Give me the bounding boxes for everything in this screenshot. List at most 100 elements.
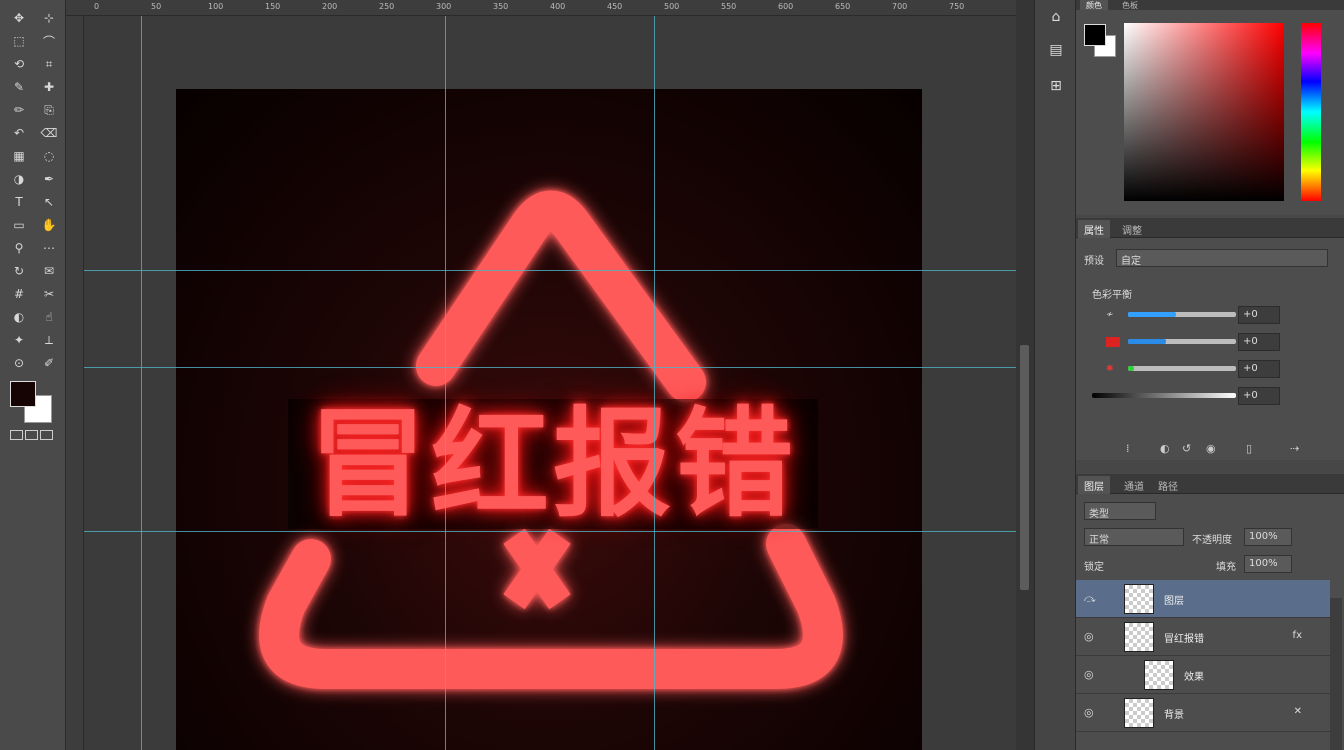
neon-headline[interactable]: 冒红报错 <box>288 399 818 529</box>
history-brush-tool-icon[interactable]: ↶ <box>8 123 30 143</box>
reset-icon[interactable]: ↺ <box>1182 442 1191 455</box>
yellow-blue-slider-fill <box>1128 366 1134 371</box>
gradient-tool-icon[interactable]: ▦ <box>8 146 30 166</box>
document-artboard[interactable]: 冒红报错 <box>176 89 922 750</box>
delete-adjustment-icon[interactable]: ▯ <box>1246 442 1252 455</box>
brush-tool-icon[interactable]: ✏ <box>8 100 30 120</box>
fill-input[interactable]: 100% <box>1244 555 1292 573</box>
ruler-tick-label: 500 <box>664 2 680 11</box>
opacity-input[interactable]: 100% <box>1244 528 1292 546</box>
hand-tool-icon[interactable]: ✋ <box>38 215 60 235</box>
guide-horizontal[interactable] <box>84 270 1016 271</box>
color-picker-field[interactable] <box>1124 23 1284 201</box>
tab-channels[interactable]: 通道 <box>1118 476 1150 494</box>
cyan-red-slider[interactable] <box>1128 312 1236 317</box>
path-select-tool-icon[interactable]: ↖ <box>38 192 60 212</box>
layer-row[interactable]: ◎ 效果 <box>1076 656 1330 694</box>
standard-mode-icon[interactable] <box>10 430 23 440</box>
tab-adjustments[interactable]: 调整 <box>1116 220 1148 238</box>
libraries-icon[interactable]: ⊞ <box>1043 74 1069 98</box>
tab-layers[interactable]: 图层 <box>1078 476 1110 494</box>
move-tool-icon[interactable]: ✥ <box>8 8 30 28</box>
guide-vertical[interactable] <box>141 16 142 750</box>
shape-tool-icon[interactable]: ▭ <box>8 215 30 235</box>
quick-select-tool-icon[interactable]: ⟲ <box>8 54 30 74</box>
history-icon[interactable]: ⌂ <box>1043 5 1069 29</box>
visibility-icon[interactable]: ◎ <box>1084 630 1098 643</box>
cyan-red-value[interactable]: +0 <box>1238 306 1280 324</box>
guide-vertical[interactable] <box>445 16 446 750</box>
guide-vertical[interactable] <box>654 16 655 750</box>
visibility-icon[interactable]: ⤼ <box>1084 592 1098 605</box>
visibility-icon[interactable]: ◎ <box>1084 706 1098 719</box>
count-tool-icon[interactable]: # <box>8 284 30 304</box>
sponge-tool-icon[interactable]: ◐ <box>8 307 30 327</box>
visibility-icon[interactable]: ◎ <box>1084 668 1098 681</box>
ruler-vertical[interactable] <box>66 16 84 750</box>
blur-tool-icon[interactable]: ◌ <box>38 146 60 166</box>
properties-icon[interactable]: ▤ <box>1043 38 1069 62</box>
layer-effects-icon[interactable]: fx <box>1293 630 1302 641</box>
magic-wand-tool-icon[interactable]: ✦ <box>8 330 30 350</box>
view-previous-icon[interactable]: ◐ <box>1160 442 1170 455</box>
visibility-icon[interactable]: ◉ <box>1206 442 1216 455</box>
clip-to-layer-icon[interactable]: ⁞ <box>1126 442 1130 455</box>
magenta-green-slider[interactable] <box>1128 339 1236 344</box>
magenta-green-slider-fill <box>1128 339 1166 344</box>
healing-tool-icon[interactable]: ✚ <box>38 77 60 97</box>
ruler-tick-label: 200 <box>322 2 338 11</box>
lasso-tool-icon[interactable]: ⌒ <box>38 31 60 51</box>
more-icon[interactable]: ⇢ <box>1290 442 1299 455</box>
tab-properties[interactable]: 属性 <box>1078 220 1110 238</box>
document-canvas-area[interactable]: 冒红报错 <box>84 16 1016 750</box>
guide-horizontal[interactable] <box>84 531 1016 532</box>
eraser-tool-icon[interactable]: ⌫ <box>38 123 60 143</box>
color-balance-panel: 预设 自定 色彩平衡 ≁ +0 +0 ✱ +0 +0 <box>1076 238 1344 460</box>
ruler-tick-label: 0 <box>94 2 100 11</box>
layer-kind-filter[interactable]: 类型 <box>1084 502 1156 520</box>
type-tool-icon[interactable]: T <box>8 192 30 212</box>
layer-row[interactable]: ⤼ 图层 <box>1076 580 1330 618</box>
color-sampler-tool-icon[interactable]: ⊙ <box>8 353 30 373</box>
magenta-green-value[interactable]: +0 <box>1238 333 1280 351</box>
zoom-tool-icon[interactable]: ⚲ <box>8 238 30 258</box>
clone-stamp-tool-icon[interactable]: ⎘ <box>38 100 60 120</box>
foreground-color-swatch[interactable] <box>10 381 36 407</box>
cyan-red-slider-fill <box>1128 312 1176 317</box>
guide-horizontal[interactable] <box>84 367 1016 368</box>
color-foreground-swatch[interactable] <box>1084 24 1106 46</box>
scrollbar-thumb[interactable] <box>1020 345 1029 590</box>
tone-slider[interactable] <box>1092 393 1236 398</box>
layer-name: 效果 <box>1184 672 1204 683</box>
marquee-tool-icon[interactable]: ⬚ <box>8 31 30 51</box>
layer-row[interactable]: ◎ 冒红报错 fx <box>1076 618 1330 656</box>
tab-paths[interactable]: 路径 <box>1152 476 1184 494</box>
smudge-tool-icon[interactable]: ☝ <box>38 307 60 327</box>
quick-mask-buttons[interactable] <box>10 430 53 440</box>
dodge-tool-icon[interactable]: ◑ <box>8 169 30 189</box>
ruler-tick-label: 250 <box>379 2 395 11</box>
canvas-vertical-scrollbar[interactable] <box>1016 0 1034 750</box>
layers-scrollbar[interactable] <box>1330 598 1342 750</box>
crop-tool-icon[interactable]: ⌗ <box>38 54 60 74</box>
ruler-tool-icon[interactable]: ⟂ <box>38 330 60 350</box>
preset-select[interactable]: 自定 <box>1116 249 1328 267</box>
quick-mask-icon[interactable] <box>25 430 38 440</box>
note-tool-icon[interactable]: ✉ <box>38 261 60 281</box>
layer-row[interactable]: ◎ 背景 ✕ <box>1076 694 1330 732</box>
yellow-blue-slider[interactable] <box>1128 366 1236 371</box>
layer-lock-icon[interactable]: ✕ <box>1294 706 1302 717</box>
tone-value[interactable]: +0 <box>1238 387 1280 405</box>
mixer-brush-tool-icon[interactable]: ✐ <box>38 353 60 373</box>
artboard-tool-icon[interactable]: ⊹ <box>38 8 60 28</box>
blend-mode-select[interactable]: 正常 <box>1084 528 1184 546</box>
slice-tool-icon[interactable]: ✂ <box>38 284 60 304</box>
editbar-tool-tool-icon[interactable]: ⋯ <box>38 238 60 258</box>
screen-mode-icon[interactable] <box>40 430 53 440</box>
eyedropper-tool-icon[interactable]: ✎ <box>8 77 30 97</box>
hue-slider[interactable] <box>1301 23 1321 201</box>
pen-tool-icon[interactable]: ✒ <box>38 169 60 189</box>
rotate-view-tool-icon[interactable]: ↻ <box>8 261 30 281</box>
ruler-horizontal[interactable]: 0 50 100 150 200 250 300 350 400 450 500 550 600 650 7… <box>66 0 1016 16</box>
yellow-blue-value[interactable]: +0 <box>1238 360 1280 378</box>
